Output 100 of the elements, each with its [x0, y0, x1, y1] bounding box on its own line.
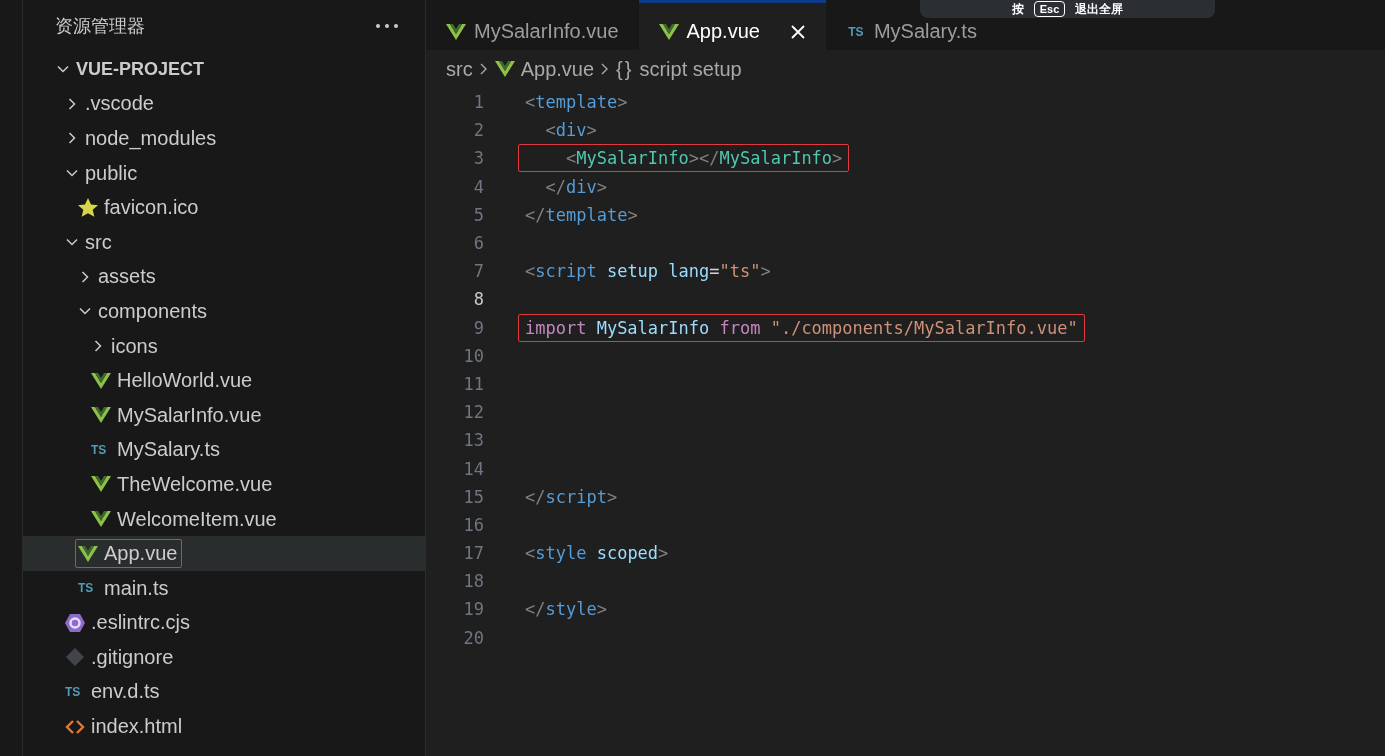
- code-line: <div>: [544, 119, 598, 143]
- folder-name: icons: [111, 334, 158, 358]
- file-item[interactable]: WelcomeItem.vue: [88, 504, 282, 534]
- line-number: 6: [472, 233, 485, 254]
- line-number: 2: [472, 120, 485, 141]
- vue-icon: [91, 475, 111, 494]
- tree-item[interactable]: components: [75, 296, 212, 326]
- vue-icon: [91, 406, 111, 425]
- code-line: <style scoped>: [524, 542, 670, 566]
- chevron-right-icon: [478, 62, 489, 76]
- ts-icon: TS: [91, 442, 111, 457]
- selected-row[interactable]: App.vue: [23, 536, 425, 571]
- toast-text: 退出全屏: [1075, 0, 1124, 18]
- file-name: MySalarInfo.vue: [117, 403, 262, 427]
- file-name: App.vue: [104, 542, 178, 566]
- vue-icon: [494, 60, 515, 78]
- folder-name: assets: [98, 265, 156, 289]
- tree-row[interactable]: assets: [23, 259, 425, 295]
- editor-tab[interactable]: MySalarInfo.vue: [426, 0, 639, 50]
- file-name: main.ts: [104, 576, 169, 600]
- file-item[interactable]: index.html: [62, 712, 188, 742]
- tree-row[interactable]: .eslintrc.cjs: [23, 605, 425, 641]
- code-line: </div>: [544, 175, 608, 199]
- tree-item[interactable]: assets: [75, 262, 161, 292]
- tree-item[interactable]: src: [62, 227, 117, 257]
- folder-name: .vscode: [85, 92, 154, 116]
- star-icon: [78, 198, 98, 218]
- tree-row[interactable]: icons: [23, 328, 425, 364]
- tree-row[interactable]: TS MySalary.ts: [23, 432, 425, 468]
- tree-item[interactable]: .vscode: [62, 89, 159, 119]
- tree-row[interactable]: WelcomeItem.vue: [23, 501, 425, 537]
- line-number: 20: [462, 627, 485, 648]
- file-item[interactable]: TS MySalary.ts: [88, 435, 225, 465]
- panel-title: 资源管理器: [55, 15, 145, 38]
- tree-row[interactable]: public: [23, 155, 425, 191]
- editor-tab[interactable]: App.vue: [638, 0, 826, 50]
- file-item[interactable]: HelloWorld.vue: [88, 366, 258, 396]
- file-name: index.html: [91, 715, 183, 739]
- line-number: 19: [462, 599, 485, 620]
- line-number: 4: [472, 176, 485, 197]
- file-name: .eslintrc.cjs: [91, 611, 190, 635]
- line-number: 16: [462, 514, 485, 535]
- tree-row[interactable]: HelloWorld.vue: [23, 363, 425, 398]
- highlight-box[interactable]: App.vue: [75, 539, 183, 569]
- tree-row[interactable]: index.html: [23, 709, 425, 744]
- line-number: 14: [462, 458, 485, 479]
- code-line: </script>: [524, 485, 619, 509]
- vue-icon: [91, 510, 111, 528]
- hexagon-icon: [65, 612, 85, 633]
- file-name: MySalary.ts: [117, 438, 220, 462]
- line-number: 7: [472, 261, 485, 282]
- line-number: 9: [472, 317, 485, 338]
- file-name: favicon.ico: [104, 196, 199, 220]
- line-number: 10: [462, 345, 485, 366]
- line-number: 17: [462, 543, 485, 564]
- folder-name: components: [98, 299, 207, 323]
- file-name: WelcomeItem.vue: [117, 507, 277, 531]
- ts-icon: TS: [78, 581, 98, 596]
- tree-row[interactable]: favicon.ico: [23, 190, 425, 225]
- code-brackets-icon: [65, 718, 85, 735]
- file-item[interactable]: TS env.d.ts: [62, 677, 165, 707]
- vue-icon: [91, 371, 111, 390]
- code-line: <script setup lang="ts">: [524, 260, 772, 284]
- tree-row[interactable]: TS env.d.ts: [23, 674, 425, 710]
- file-item[interactable]: .gitignore: [62, 642, 179, 672]
- folder-name: node_modules: [85, 127, 217, 150]
- file-item[interactable]: .eslintrc.cjs: [62, 608, 195, 638]
- file-item[interactable]: MySalarInfo.vue: [88, 400, 267, 430]
- line-number: 5: [472, 204, 485, 225]
- folder-name: VUE-PROJECT: [76, 58, 205, 80]
- file-item[interactable]: favicon.ico: [75, 193, 204, 223]
- tree-row[interactable]: TheWelcome.vue: [23, 467, 425, 502]
- line-number: 12: [462, 402, 485, 423]
- breadcrumb-item[interactable]: {} script setup: [616, 57, 742, 81]
- tree-row[interactable]: MySalarInfo.vue: [23, 397, 425, 433]
- breadcrumb-item[interactable]: src: [446, 57, 473, 81]
- tree-row[interactable]: TS main.ts: [23, 570, 425, 606]
- breadcrumb-item[interactable]: App.vue: [494, 57, 595, 81]
- folder-name: src: [85, 230, 112, 254]
- line-number: 11: [462, 373, 485, 394]
- tree-row[interactable]: src: [23, 224, 425, 260]
- file-item[interactable]: TS main.ts: [75, 573, 174, 603]
- tree-item[interactable]: public: [62, 158, 143, 188]
- tree-item[interactable]: icons: [88, 331, 163, 361]
- tree-row[interactable]: components: [23, 294, 425, 329]
- tree-row[interactable]: .vscode: [23, 86, 425, 122]
- file-item[interactable]: TheWelcome.vue: [88, 469, 278, 499]
- line-number: 3: [472, 148, 485, 169]
- code-line: </style>: [524, 598, 608, 622]
- ts-icon: TS: [65, 685, 85, 699]
- tree-row[interactable]: node_modules: [23, 121, 425, 156]
- tree-item[interactable]: node_modules: [62, 124, 222, 153]
- tree-row[interactable]: VUE-PROJECT: [23, 52, 425, 87]
- more-icon[interactable]: [375, 23, 399, 29]
- tree-row[interactable]: .gitignore: [23, 640, 425, 675]
- tree-item[interactable]: VUE-PROJECT: [53, 55, 210, 83]
- editor-tab[interactable]: TS MySalary.ts: [825, 0, 997, 50]
- file-name: .gitignore: [91, 645, 174, 669]
- close-icon[interactable]: [789, 23, 806, 40]
- line-number: 18: [462, 571, 485, 592]
